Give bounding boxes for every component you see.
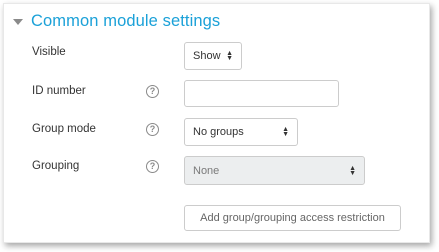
visible-select[interactable]: Show ▲ ▼ — [184, 42, 242, 70]
group-mode-select[interactable]: No groups ▲ ▼ — [184, 118, 298, 146]
section-title[interactable]: Common module settings — [31, 12, 220, 31]
group-mode-select-value: No groups — [193, 126, 244, 138]
grouping-select-value: None — [193, 164, 220, 177]
collapse-caret-icon[interactable] — [13, 19, 23, 25]
id-number-input[interactable] — [184, 80, 339, 107]
id-number-label: ID number — [32, 85, 86, 97]
add-access-restriction-button[interactable]: Add group/grouping access restriction — [184, 205, 401, 231]
id-number-help-icon[interactable]: ? — [146, 85, 159, 98]
select-arrows-icon: ▲ ▼ — [226, 50, 233, 62]
grouping-help-icon[interactable]: ? — [146, 160, 159, 173]
grouping-label: Grouping — [32, 160, 80, 172]
select-arrows-icon: ▲ ▼ — [282, 126, 289, 138]
select-arrows-icon: ▲ ▼ — [349, 164, 356, 177]
section-header[interactable]: Common module settings — [13, 12, 220, 31]
visible-label: Visible — [32, 46, 66, 58]
settings-panel: Common module settings Visible Show ▲ ▼ I… — [3, 3, 430, 243]
group-mode-label: Group mode — [32, 123, 96, 135]
grouping-select[interactable]: None ▲ ▼ — [184, 156, 365, 185]
visible-select-value: Show — [193, 50, 221, 62]
group-mode-help-icon[interactable]: ? — [146, 123, 159, 136]
